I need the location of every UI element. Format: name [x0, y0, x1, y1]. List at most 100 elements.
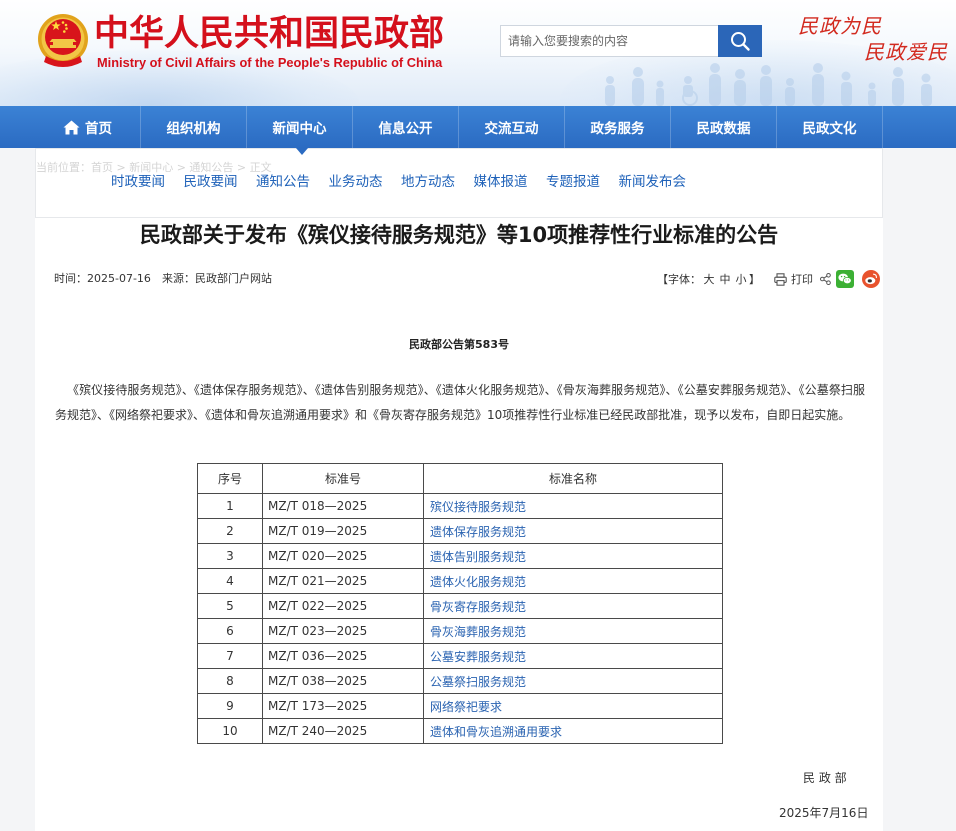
- cell-standard-name: 遗体保存服务规范: [423, 518, 723, 544]
- table-row: 10 MZ/T 240—2025 遗体和骨灰追溯通用要求: [197, 718, 723, 744]
- cell-number: 9: [197, 693, 263, 719]
- subnav-item-current-affairs[interactable]: 时政要闻: [111, 174, 165, 190]
- subnav-item-press-conferences[interactable]: 新闻发布会: [619, 174, 687, 190]
- table-row: 6 MZ/T 023—2025 骨灰海葬服务规范: [197, 618, 723, 644]
- standard-name-link[interactable]: 公墓祭扫服务规范: [430, 675, 526, 689]
- subnav-item-ministry-news[interactable]: 民政要闻: [184, 174, 238, 190]
- cell-standard-name: 遗体告别服务规范: [423, 543, 723, 569]
- subnav-panel: 当前位置：首页 > 新闻中心 > 通知公告 > 正文 时政要闻 民政要闻 通知公…: [35, 148, 883, 218]
- article-body: 《殡仪接待服务规范》、《遗体保存服务规范》、《遗体告别服务规范》、《遗体火化服务…: [55, 383, 865, 422]
- font-size-medium[interactable]: 中: [720, 271, 731, 287]
- font-size-large[interactable]: 大: [704, 271, 715, 287]
- slogan-line-1: 民政为民: [798, 14, 882, 38]
- cell-number: 7: [197, 643, 263, 669]
- table-row: 8 MZ/T 038—2025 公墓祭扫服务规范: [197, 668, 723, 694]
- font-size-suffix: 】: [749, 273, 760, 286]
- standard-name-link[interactable]: 殡仪接待服务规范: [430, 500, 526, 514]
- cell-number: 2: [197, 518, 263, 544]
- cell-number: 5: [197, 593, 263, 619]
- nav-active-indicator: [296, 148, 308, 155]
- cell-number: 6: [197, 618, 263, 644]
- cell-number: 4: [197, 568, 263, 594]
- search-box: [500, 25, 762, 57]
- subnav-item-work-updates[interactable]: 业务动态: [329, 174, 383, 190]
- print-icon: [774, 272, 787, 286]
- standard-name-link[interactable]: 遗体保存服务规范: [430, 525, 526, 539]
- standard-name-link[interactable]: 网络祭祀要求: [430, 700, 502, 714]
- cell-standard-code: MZ/T 036—2025: [262, 643, 424, 669]
- nav-item-services[interactable]: 政务服务: [565, 106, 671, 148]
- table-row: 3 MZ/T 020—2025 遗体告别服务规范: [197, 543, 723, 569]
- cell-standard-code: MZ/T 019—2025: [262, 518, 424, 544]
- nav-item-culture[interactable]: 民政文化: [777, 106, 883, 148]
- main-nav: 首页 组织机构 新闻中心 信息公开 交流互动 政务服务 民政数据 民政文化: [0, 106, 956, 148]
- nav-item-label: 首页: [85, 121, 112, 137]
- standard-name-link[interactable]: 遗体告别服务规范: [430, 550, 526, 564]
- breadcrumb[interactable]: 当前位置：首页 > 新闻中心 > 通知公告 > 正文: [36, 159, 272, 175]
- signature: 民 政 部: [803, 771, 847, 785]
- standards-table: 序号 标准号 标准名称 1 MZ/T 018—2025 殡仪接待服务规范 2 MZ/T …: [197, 463, 723, 744]
- cell-standard-code: MZ/T 021—2025: [262, 568, 424, 594]
- cell-standard-code: MZ/T 018—2025: [262, 493, 424, 519]
- cell-standard-name: 殡仪接待服务规范: [423, 493, 723, 519]
- table-row: 9 MZ/T 173—2025 网络祭祀要求: [197, 693, 723, 719]
- site-title: 中华人民共和国民政部: [94, 14, 445, 54]
- weibo-icon[interactable]: [862, 270, 880, 288]
- standards-table-body: 1 MZ/T 018—2025 殡仪接待服务规范 2 MZ/T 019—2025 遗体保存…: [197, 493, 723, 744]
- standard-name-link[interactable]: 骨灰寄存服务规范: [430, 600, 526, 614]
- standard-name-link[interactable]: 遗体火化服务规范: [430, 575, 526, 589]
- font-size-small[interactable]: 小: [736, 271, 747, 287]
- article-source: 来源：民政部门户网站: [162, 272, 272, 285]
- notice-number: 民政部公告第583号: [409, 338, 509, 351]
- table-row: 5 MZ/T 022—2025 骨灰寄存服务规范: [197, 593, 723, 619]
- wechat-icon[interactable]: [836, 270, 854, 288]
- cell-standard-name: 公墓祭扫服务规范: [423, 668, 723, 694]
- column-header-number: 序号: [197, 463, 263, 494]
- share-icon[interactable]: [820, 273, 831, 285]
- standard-name-link[interactable]: 骨灰海葬服务规范: [430, 625, 526, 639]
- cell-standard-name: 骨灰寄存服务规范: [423, 593, 723, 619]
- cell-number: 1: [197, 493, 263, 519]
- nav-item-home[interactable]: 首页: [35, 106, 141, 148]
- cell-standard-code: MZ/T 173—2025: [262, 693, 424, 719]
- cell-standard-code: MZ/T 240—2025: [262, 718, 424, 744]
- subnav-item-notices[interactable]: 通知公告: [256, 174, 310, 190]
- cell-standard-name: 网络祭祀要求: [423, 693, 723, 719]
- cell-standard-code: MZ/T 038—2025: [262, 668, 424, 694]
- print-label: 打印: [791, 273, 813, 286]
- table-row: 1 MZ/T 018—2025 殡仪接待服务规范: [197, 493, 723, 519]
- signature-date: 2025年7月16日: [779, 806, 869, 820]
- home-icon: [63, 120, 80, 135]
- search-input[interactable]: [500, 25, 718, 57]
- subnav-item-media-reports[interactable]: 媒体报道: [474, 174, 528, 190]
- cell-standard-name: 遗体和骨灰追溯通用要求: [423, 718, 723, 744]
- publish-time: 时间：2025-07-16: [54, 272, 151, 285]
- subnav-item-special-reports[interactable]: 专题报道: [546, 174, 600, 190]
- cell-standard-name: 遗体火化服务规范: [423, 568, 723, 594]
- column-header-name: 标准名称: [423, 463, 723, 494]
- subnav-item-local-news[interactable]: 地方动态: [401, 174, 455, 190]
- print-button[interactable]: 打印: [774, 271, 813, 287]
- article-tools: 【字体： 大 中 小 】 打印: [657, 270, 880, 288]
- table-row: 7 MZ/T 036—2025 公墓安葬服务规范: [197, 643, 723, 669]
- cell-standard-code: MZ/T 020—2025: [262, 543, 424, 569]
- standard-name-link[interactable]: 公墓安葬服务规范: [430, 650, 526, 664]
- font-size-prefix: 【字体：: [657, 273, 701, 286]
- main-nav-items: 首页 组织机构 新闻中心 信息公开 交流互动 政务服务 民政数据 民政文化: [35, 106, 883, 148]
- cell-number: 3: [197, 543, 263, 569]
- cell-number: 8: [197, 668, 263, 694]
- nav-item-data[interactable]: 民政数据: [671, 106, 777, 148]
- nav-item-interaction[interactable]: 交流互动: [459, 106, 565, 148]
- cell-standard-code: MZ/T 022—2025: [262, 593, 424, 619]
- search-icon: [731, 32, 750, 51]
- table-header-row: 序号 标准号 标准名称: [197, 463, 723, 494]
- standard-name-link[interactable]: 遗体和骨灰追溯通用要求: [430, 725, 562, 739]
- search-button[interactable]: [718, 25, 762, 57]
- table-row: 2 MZ/T 019—2025 遗体保存服务规范: [197, 518, 723, 544]
- nav-item-information[interactable]: 信息公开: [353, 106, 459, 148]
- national-emblem-icon[interactable]: [37, 11, 89, 69]
- nav-item-organization[interactable]: 组织机构: [141, 106, 247, 148]
- subnav-list: 时政要闻 民政要闻 通知公告 业务动态 地方动态 媒体报道 专题报道 新闻发布会: [111, 174, 686, 190]
- nav-item-news-center[interactable]: 新闻中心: [247, 106, 353, 148]
- cell-number: 10: [197, 718, 263, 744]
